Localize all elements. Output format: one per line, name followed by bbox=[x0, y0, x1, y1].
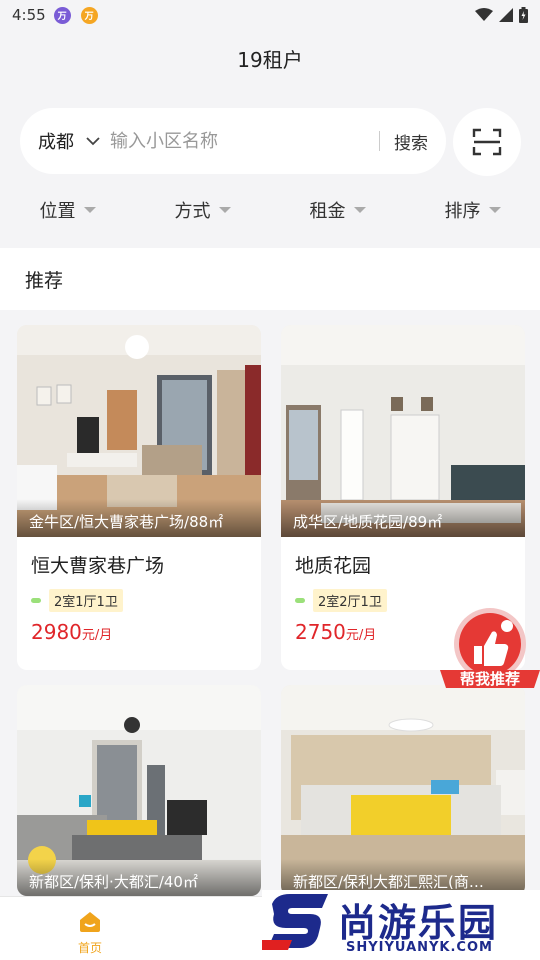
listing-card[interactable]: 新都区/保利·大都汇/40㎡ bbox=[17, 685, 261, 896]
status-bar: 4:55 万 万 bbox=[0, 0, 540, 30]
listing-name: 地质花园 bbox=[295, 555, 372, 577]
filter-label: 排序 bbox=[444, 201, 481, 222]
dropdown-arrow-icon bbox=[353, 207, 366, 213]
tab-home[interactable]: 首页 bbox=[70, 911, 110, 956]
dropdown-arrow-icon bbox=[83, 207, 96, 213]
app-notification-icon: 万 bbox=[53, 6, 71, 24]
listing-photo: 金牛区/恒大曹家巷广场/88㎡ bbox=[17, 325, 261, 537]
dropdown-arrow-icon bbox=[488, 207, 501, 213]
tag-dot bbox=[31, 598, 41, 603]
section-title-text: 推荐 bbox=[25, 269, 64, 292]
chevron-down-icon[interactable] bbox=[86, 136, 100, 146]
watermark-text: 尚游乐园 bbox=[338, 901, 499, 945]
listing-photo: 成华区/地质花园/89㎡ bbox=[281, 325, 525, 537]
filter-location[interactable]: 位置 bbox=[0, 188, 135, 232]
recommend-me-label: 帮我推荐 bbox=[459, 670, 520, 688]
recommend-me-button[interactable]: 帮我推荐 bbox=[440, 606, 540, 696]
signal-icon bbox=[499, 8, 513, 22]
tag-dot bbox=[295, 598, 305, 603]
listing-name: 恒大曹家巷广场 bbox=[31, 555, 165, 577]
listing-caption: 成华区/地质花园/89㎡ bbox=[281, 499, 525, 537]
filter-rent-type[interactable]: 方式 bbox=[135, 188, 270, 232]
search-button[interactable]: 搜索 bbox=[394, 129, 428, 154]
tab-home-label: 首页 bbox=[77, 941, 102, 955]
listing-card[interactable]: 金牛区/恒大曹家巷广场/88㎡ 恒大曹家巷广场 2室1厅1卫 2980元/月 bbox=[17, 325, 261, 670]
filter-price[interactable]: 租金 bbox=[270, 188, 405, 232]
app-notification-icon: 万 bbox=[80, 6, 98, 24]
divider bbox=[379, 131, 380, 151]
listing-price: 2980元/月 bbox=[17, 612, 261, 644]
listing-caption: 新都区/保利·大都汇/40㎡ bbox=[17, 859, 261, 896]
listing-caption: 金牛区/恒大曹家巷广场/88㎡ bbox=[17, 499, 261, 537]
page-title: 19租户 bbox=[237, 48, 303, 72]
filter-sort[interactable]: 排序 bbox=[405, 188, 540, 232]
filter-label: 方式 bbox=[174, 201, 211, 222]
filter-bar: 位置 方式 租金 排序 bbox=[0, 188, 540, 232]
city-selector[interactable]: 成都 bbox=[38, 128, 74, 154]
battery-icon bbox=[519, 7, 528, 23]
room-layout-tag: 2室2厅1卫 bbox=[313, 589, 387, 612]
filter-label: 租金 bbox=[309, 201, 346, 222]
wifi-icon bbox=[475, 8, 493, 21]
watermark-url: SHYIYUANYK.COM bbox=[346, 940, 493, 955]
listing-card[interactable]: 新都区/保利大都汇熙汇(商… bbox=[281, 685, 525, 896]
status-time: 4:55 bbox=[12, 6, 46, 24]
price-value: 2980 bbox=[31, 620, 82, 644]
section-title: 推荐 bbox=[0, 248, 540, 310]
room-layout-tag: 2室1厅1卫 bbox=[49, 589, 123, 612]
search-input[interactable] bbox=[110, 130, 365, 152]
home-icon bbox=[80, 912, 100, 932]
listing-photo: 新都区/保利大都汇熙汇(商… bbox=[281, 685, 525, 896]
price-unit: 元/月 bbox=[345, 628, 377, 643]
price-value: 2750 bbox=[295, 620, 346, 644]
search-bar: 成都 搜索 bbox=[20, 108, 446, 174]
price-unit: 元/月 bbox=[81, 628, 113, 643]
filter-label: 位置 bbox=[39, 201, 76, 222]
listing-photo: 新都区/保利·大都汇/40㎡ bbox=[17, 685, 261, 896]
scan-icon bbox=[472, 128, 502, 156]
dropdown-arrow-icon bbox=[218, 207, 231, 213]
watermark-logo: 尚游乐园 SHYIYUANYK.COM bbox=[258, 890, 540, 960]
scan-button[interactable] bbox=[453, 108, 521, 176]
